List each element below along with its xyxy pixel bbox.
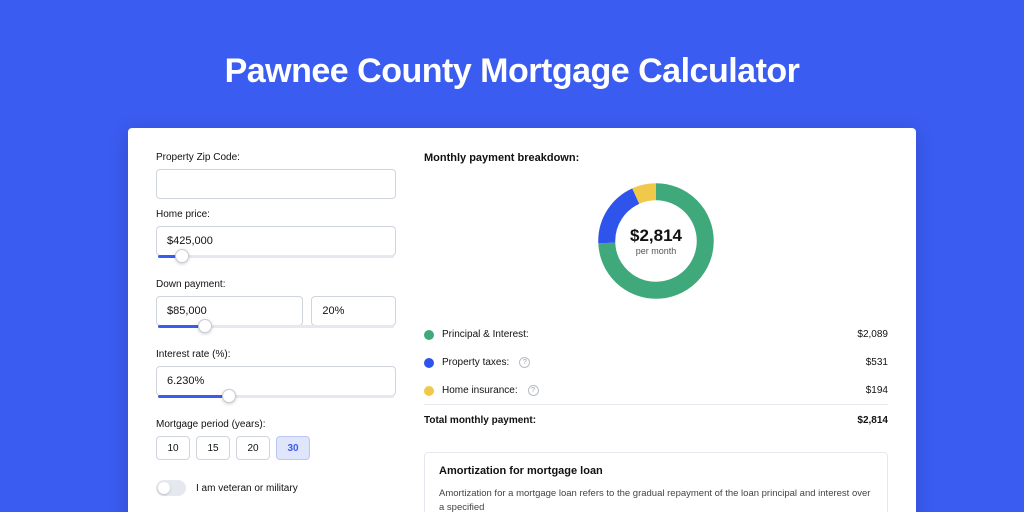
period-label: Mortgage period (years): bbox=[156, 419, 396, 430]
legend-total-label: Total monthly payment: bbox=[424, 415, 536, 426]
legend-label: Principal & Interest: bbox=[442, 329, 529, 340]
down-payment-input[interactable] bbox=[156, 296, 303, 326]
amortization-title: Amortization for mortgage loan bbox=[439, 465, 873, 477]
down-payment-label: Down payment: bbox=[156, 279, 396, 290]
home-price-input[interactable] bbox=[156, 226, 396, 256]
amortization-text: Amortization for a mortgage loan refers … bbox=[439, 487, 873, 512]
breakdown-donut-chart: $2,814 per month bbox=[591, 176, 721, 306]
period-button-10[interactable]: 10 bbox=[156, 436, 190, 460]
help-icon[interactable]: ? bbox=[528, 385, 539, 396]
legend-dot bbox=[424, 386, 434, 396]
donut-per-month: per month bbox=[636, 246, 677, 256]
donut-amount: $2,814 bbox=[630, 226, 682, 246]
legend-label: Home insurance: bbox=[442, 385, 518, 396]
veteran-label: I am veteran or military bbox=[196, 483, 298, 494]
legend-label: Property taxes: bbox=[442, 357, 509, 368]
period-button-30[interactable]: 30 bbox=[276, 436, 310, 460]
legend-dot bbox=[424, 330, 434, 340]
period-button-20[interactable]: 20 bbox=[236, 436, 270, 460]
interest-input[interactable] bbox=[156, 366, 396, 396]
legend-value: $2,089 bbox=[857, 329, 888, 340]
interest-label: Interest rate (%): bbox=[156, 349, 396, 360]
home-price-slider[interactable] bbox=[156, 255, 396, 269]
legend-row: Property taxes:? $531 bbox=[424, 348, 888, 376]
zip-input[interactable] bbox=[156, 169, 396, 199]
legend-total-value: $2,814 bbox=[857, 415, 888, 426]
interest-slider[interactable] bbox=[156, 395, 396, 409]
page-title: Pawnee County Mortgage Calculator bbox=[0, 0, 1024, 91]
help-icon[interactable]: ? bbox=[519, 357, 530, 368]
legend-row: Home insurance:? $194 bbox=[424, 376, 888, 404]
calculator-panel: Property Zip Code: Home price: Down paym… bbox=[128, 128, 916, 512]
legend-dot bbox=[424, 358, 434, 368]
breakdown-title: Monthly payment breakdown: bbox=[424, 152, 888, 164]
form-column: Property Zip Code: Home price: Down paym… bbox=[156, 152, 396, 504]
legend: Principal & Interest: $2,089 Property taxe… bbox=[424, 320, 888, 434]
amortization-box: Amortization for mortgage loan Amortizat… bbox=[424, 452, 888, 512]
down-payment-slider[interactable] bbox=[156, 325, 396, 339]
legend-value: $531 bbox=[866, 357, 888, 368]
legend-row: Principal & Interest: $2,089 bbox=[424, 320, 888, 348]
period-button-15[interactable]: 15 bbox=[196, 436, 230, 460]
zip-label: Property Zip Code: bbox=[156, 152, 396, 163]
home-price-label: Home price: bbox=[156, 209, 396, 220]
period-row: 10152030 bbox=[156, 436, 396, 460]
down-payment-pct-input[interactable] bbox=[311, 296, 396, 326]
veteran-toggle[interactable] bbox=[156, 480, 186, 496]
legend-total-row: Total monthly payment: $2,814 bbox=[424, 404, 888, 434]
legend-value: $194 bbox=[866, 385, 888, 396]
breakdown-column: Monthly payment breakdown: $2,814 per mo… bbox=[424, 152, 888, 504]
